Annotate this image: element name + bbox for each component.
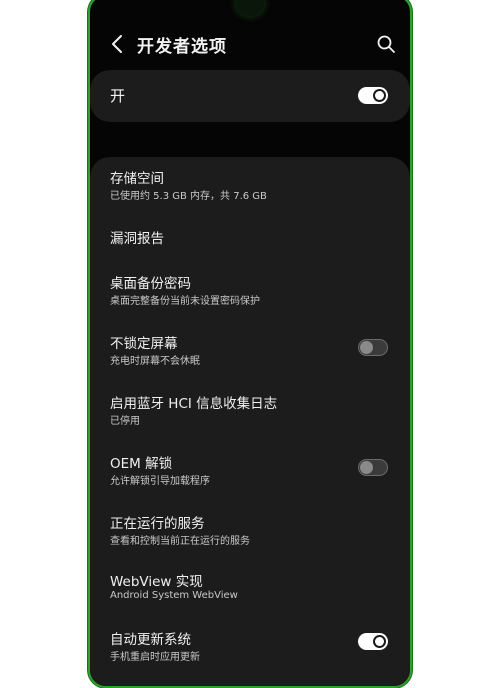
setting-title: 不锁定屏幕 — [110, 336, 178, 352]
chevron-left-icon[interactable] — [108, 34, 128, 54]
master-switch-row[interactable]: 开 — [90, 70, 410, 122]
master-toggle[interactable] — [358, 87, 388, 104]
setting-title: 漏洞报告 — [110, 231, 164, 247]
setting-title: WebView 实现 — [110, 574, 203, 590]
setting-subtitle: 桌面完整备份当前未设置密码保护 — [110, 296, 260, 307]
setting-subtitle: 查看和控制当前正在运行的服务 — [110, 536, 250, 547]
setting-title: 启用蓝牙 HCI 信息收集日志 — [110, 396, 278, 412]
settings-list: 存储空间 已使用约 5.3 GB 内存，共 7.6 GB 漏洞报告 桌面备份密码… — [90, 157, 410, 686]
camera-cutout — [236, 0, 264, 16]
setting-subtitle: 充电时屏幕不会休眠 — [110, 356, 200, 367]
setting-stay-awake[interactable]: 不锁定屏幕 充电时屏幕不会休眠 — [90, 322, 410, 382]
search-icon[interactable] — [376, 34, 396, 54]
setting-title: 存储空间 — [110, 171, 164, 187]
setting-subtitle: 已使用约 5.3 GB 内存，共 7.6 GB — [110, 191, 267, 202]
setting-bluetooth-hci-log[interactable]: 启用蓝牙 HCI 信息收集日志 已停用 — [90, 382, 410, 442]
setting-oem-unlock[interactable]: OEM 解锁 允许解锁引导加载程序 — [90, 442, 410, 502]
setting-title: OEM 解锁 — [110, 456, 173, 472]
auto-update-toggle[interactable] — [358, 633, 388, 650]
master-switch-label: 开 — [110, 87, 126, 105]
setting-subtitle: Android System WebView — [110, 590, 238, 601]
setting-title: 桌面备份密码 — [110, 276, 191, 292]
setting-webview-implementation[interactable]: WebView 实现 Android System WebView — [90, 560, 410, 620]
stay-awake-toggle[interactable] — [358, 339, 388, 356]
setting-subtitle: 允许解锁引导加载程序 — [110, 476, 210, 487]
setting-auto-system-update[interactable]: 自动更新系统 手机重启时应用更新 — [90, 619, 410, 679]
setting-title: 自动更新系统 — [110, 632, 191, 648]
page-title: 开发者选项 — [137, 37, 227, 57]
setting-subtitle: 已停用 — [110, 416, 140, 427]
setting-running-services[interactable]: 正在运行的服务 查看和控制当前正在运行的服务 — [90, 502, 410, 562]
oem-unlock-toggle[interactable] — [358, 459, 388, 476]
phone-frame: 开发者选项 开 存储空间 已使用约 5.3 GB 内存，共 7.6 GB 漏洞报… — [88, 0, 412, 688]
app-header: 开发者选项 — [90, 24, 410, 64]
setting-storage[interactable]: 存储空间 已使用约 5.3 GB 内存，共 7.6 GB — [90, 157, 410, 217]
setting-subtitle: 手机重启时应用更新 — [110, 652, 200, 663]
setting-title: 正在运行的服务 — [110, 516, 205, 532]
setting-backup-password[interactable]: 桌面备份密码 桌面完整备份当前未设置密码保护 — [90, 262, 410, 322]
